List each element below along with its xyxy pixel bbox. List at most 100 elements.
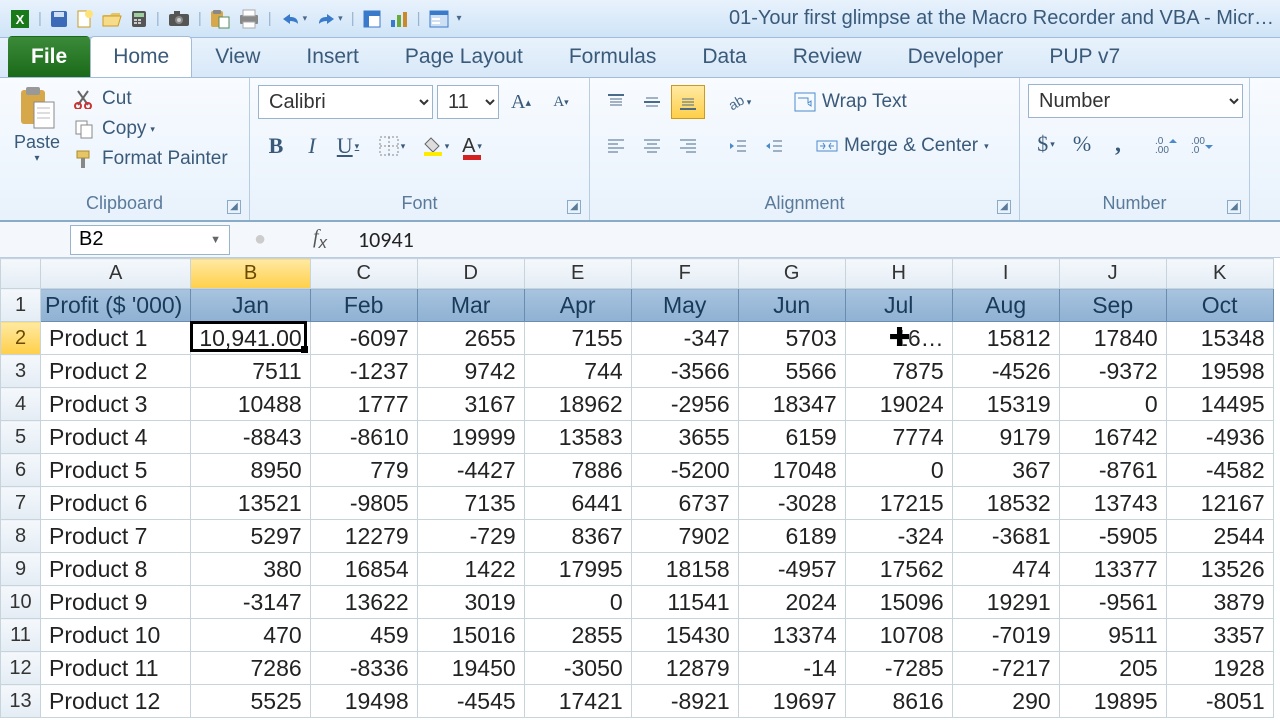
cell[interactable]: 19999 [417, 421, 524, 454]
row-header-8[interactable]: 8 [1, 520, 41, 553]
cell[interactable]: -4957 [738, 553, 845, 586]
qat-dropdown-icon[interactable]: ▾ [457, 8, 462, 30]
col-header-J[interactable]: J [1059, 259, 1166, 289]
font-color-button[interactable]: A▾ [455, 129, 489, 163]
cell[interactable]: Product 10 [41, 619, 191, 652]
cell[interactable]: 380 [191, 553, 310, 586]
paste-button[interactable]: Paste ▾ [8, 84, 66, 166]
fx-button[interactable]: fx [290, 226, 350, 253]
cell[interactable]: 470 [191, 619, 310, 652]
cell[interactable]: 13743 [1059, 487, 1166, 520]
cell[interactable]: -2956 [631, 388, 738, 421]
tab-pup-v7[interactable]: PUP v7 [1026, 36, 1143, 77]
col-header-C[interactable]: C [310, 259, 417, 289]
cell[interactable]: 10708 [845, 619, 952, 652]
cell[interactable]: 15430 [631, 619, 738, 652]
cell[interactable]: 10488 [191, 388, 310, 421]
cell[interactable]: Product 9 [41, 586, 191, 619]
print-icon[interactable] [238, 8, 260, 30]
increase-indent-button[interactable] [757, 129, 791, 163]
format-painter-button[interactable]: Format Painter [70, 144, 232, 174]
chart-icon[interactable] [389, 8, 409, 30]
cell[interactable]: -14 [738, 652, 845, 685]
worksheet-grid[interactable]: ABCDEFGHIJK1Profit ($ '000)JanFebMarAprM… [0, 258, 1280, 718]
col-header-H[interactable]: H [845, 259, 952, 289]
comma-format-button[interactable]: , [1101, 127, 1135, 161]
tab-file[interactable]: File [8, 36, 90, 77]
cell[interactable]: -5200 [631, 454, 738, 487]
cell[interactable]: 18158 [631, 553, 738, 586]
col-header-F[interactable]: F [631, 259, 738, 289]
col-header-D[interactable]: D [417, 259, 524, 289]
col-header-G[interactable]: G [738, 259, 845, 289]
fill-color-button[interactable]: ▾ [419, 129, 453, 163]
cell[interactable]: -9561 [1059, 586, 1166, 619]
cell[interactable]: 12167 [1166, 487, 1273, 520]
cell[interactable]: 13583 [524, 421, 631, 454]
cell[interactable]: 14495 [1166, 388, 1273, 421]
header-cell[interactable]: Aug [952, 289, 1059, 322]
row-header-13[interactable]: 13 [1, 685, 41, 718]
row-header-10[interactable]: 10 [1, 586, 41, 619]
cell[interactable]: -8610 [310, 421, 417, 454]
cell[interactable]: 19598 [1166, 355, 1273, 388]
cell[interactable]: 9179 [952, 421, 1059, 454]
align-right-button[interactable] [671, 129, 705, 163]
tab-page-layout[interactable]: Page Layout [382, 36, 546, 77]
row-header-3[interactable]: 3 [1, 355, 41, 388]
number-dialog-launcher[interactable]: ◢ [1227, 200, 1241, 214]
wrap-text-button[interactable]: Wrap Text [785, 85, 916, 119]
form-icon[interactable] [429, 8, 449, 30]
row-header-6[interactable]: 6 [1, 454, 41, 487]
cell[interactable]: -4526 [952, 355, 1059, 388]
cell[interactable]: 17995 [524, 553, 631, 586]
cell[interactable]: 2855 [524, 619, 631, 652]
cell[interactable]: 15812 [952, 322, 1059, 355]
header-cell[interactable]: Sep [1059, 289, 1166, 322]
cell[interactable]: Product 4 [41, 421, 191, 454]
merge-center-button[interactable]: Merge & Center▾ [807, 129, 998, 163]
cell[interactable]: 19895 [1059, 685, 1166, 718]
col-header-B[interactable]: B [191, 259, 310, 289]
header-cell[interactable]: Oct [1166, 289, 1273, 322]
cell[interactable]: -4545 [417, 685, 524, 718]
increase-font-button[interactable]: A▴ [504, 85, 538, 119]
header-cell[interactable]: Jul [845, 289, 952, 322]
cell[interactable]: 3019 [417, 586, 524, 619]
italic-button[interactable]: I [295, 129, 329, 163]
cell[interactable]: 7155 [524, 322, 631, 355]
cell[interactable]: 13526 [1166, 553, 1273, 586]
cell[interactable]: 13622 [310, 586, 417, 619]
cell[interactable]: 15319 [952, 388, 1059, 421]
tab-data[interactable]: Data [679, 36, 769, 77]
cell[interactable]: 2024 [738, 586, 845, 619]
row-header-5[interactable]: 5 [1, 421, 41, 454]
cell[interactable]: 17421 [524, 685, 631, 718]
tab-review[interactable]: Review [770, 36, 885, 77]
cell[interactable]: -8336 [310, 652, 417, 685]
cell[interactable]: 779 [310, 454, 417, 487]
cell[interactable]: -324 [845, 520, 952, 553]
header-cell[interactable]: Apr [524, 289, 631, 322]
cell[interactable]: 8950 [191, 454, 310, 487]
row-header-1[interactable]: 1 [1, 289, 41, 322]
cell[interactable]: 7286 [191, 652, 310, 685]
col-header-A[interactable]: A [41, 259, 191, 289]
cell[interactable]: -7285 [845, 652, 952, 685]
cell[interactable]: 7135 [417, 487, 524, 520]
cell[interactable]: Product 7 [41, 520, 191, 553]
cell[interactable]: 290 [952, 685, 1059, 718]
bold-button[interactable]: B [259, 129, 293, 163]
tab-developer[interactable]: Developer [885, 36, 1027, 77]
align-left-button[interactable] [599, 129, 633, 163]
cell[interactable]: 17215 [845, 487, 952, 520]
cell[interactable]: 5525 [191, 685, 310, 718]
tab-view[interactable]: View [192, 36, 283, 77]
align-bottom-button[interactable] [671, 85, 705, 119]
redo-icon[interactable]: ▾ [315, 8, 343, 30]
cell[interactable]: 3167 [417, 388, 524, 421]
header-cell[interactable]: Jun [738, 289, 845, 322]
cell[interactable]: 18962 [524, 388, 631, 421]
cell[interactable]: -6097 [310, 322, 417, 355]
cell[interactable]: 0 [524, 586, 631, 619]
